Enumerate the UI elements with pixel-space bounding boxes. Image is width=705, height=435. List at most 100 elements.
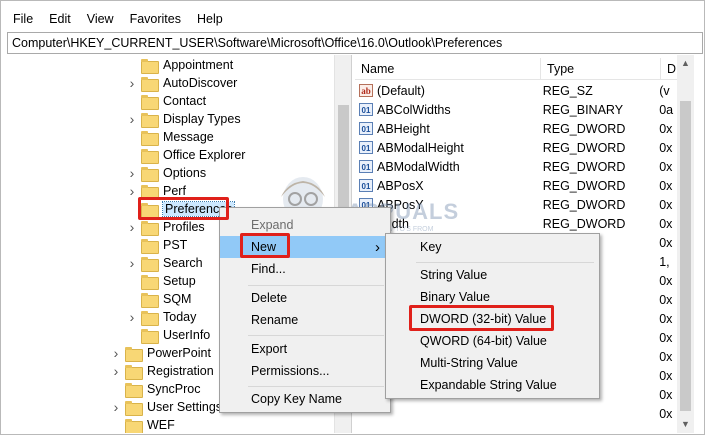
tree-item[interactable]: Message <box>127 128 214 146</box>
table-row[interactable]: 01 ABModalWidth REG_DWORD 0x <box>355 157 677 176</box>
tree-item[interactable]: Contact <box>127 92 206 110</box>
tree-item[interactable]: Appointment <box>127 56 233 74</box>
chevron-right-icon[interactable]: › <box>127 255 137 271</box>
tree-item[interactable]: › PowerPoint <box>111 344 211 362</box>
tree-item[interactable]: › Search <box>127 254 203 272</box>
address-bar[interactable]: Computer\HKEY_CURRENT_USER\Software\Micr… <box>7 32 703 54</box>
folder-icon <box>141 329 159 344</box>
scroll-up-icon[interactable]: ▲ <box>677 55 694 72</box>
column-header-data[interactable]: D <box>661 58 677 79</box>
menu-item-new-label: New <box>251 240 277 254</box>
value-data: 0x <box>659 387 673 402</box>
menu-item-copy-key-name[interactable]: Copy Key Name <box>220 388 390 410</box>
chevron-right-icon[interactable]: › <box>127 219 137 235</box>
value-name-cell: ab (Default) <box>355 84 539 98</box>
tree-item[interactable]: SyncProc <box>111 380 201 398</box>
tree-item-label: AutoDiscover <box>163 76 238 90</box>
value-data: 0x <box>659 273 673 288</box>
menu-bar: File Edit View Favorites Help <box>1 9 705 29</box>
chevron-right-icon[interactable]: › <box>127 165 137 181</box>
list-header: Name Type D <box>355 58 677 80</box>
menu-item-delete[interactable]: Delete <box>220 287 390 309</box>
binary-value-icon: 01 <box>359 160 373 173</box>
chevron-right-icon[interactable]: › <box>111 399 121 415</box>
table-row[interactable]: ab (Default) REG_SZ (v <box>355 81 677 100</box>
menu-item-permissions[interactable]: Permissions... <box>220 360 390 382</box>
table-row[interactable]: 01 ABPosY REG_DWORD 0x <box>355 195 677 214</box>
tree-item[interactable]: SQM <box>127 290 191 308</box>
table-row[interactable]: 01 ABModalHeight REG_DWORD 0x <box>355 138 677 157</box>
menu-item-export[interactable]: Export <box>220 338 390 360</box>
tree-item[interactable]: › Profiles <box>127 218 205 236</box>
chevron-right-icon[interactable]: › <box>127 75 137 91</box>
tree-item[interactable]: › Registration <box>111 362 214 380</box>
menu-item-rename[interactable]: Rename <box>220 309 390 331</box>
binary-value-icon: 01 <box>359 103 373 116</box>
tree-item[interactable]: PST <box>127 236 187 254</box>
tree-item-label: Message <box>163 130 214 144</box>
value-name: ABHeight <box>377 121 430 136</box>
tree-item[interactable]: › AutoDiscover <box>127 74 237 92</box>
table-row[interactable]: 01 ABColWidths REG_BINARY 0a <box>355 100 677 119</box>
new-submenu: Key String Value Binary Value DWORD (32-… <box>385 233 600 399</box>
value-type: REG_DWORD <box>542 216 626 231</box>
folder-icon <box>125 383 143 398</box>
submenu-item-binary-value[interactable]: Binary Value <box>386 286 599 308</box>
folder-icon <box>141 95 159 110</box>
tree-item[interactable]: › User Settings <box>111 398 222 416</box>
folder-icon <box>125 419 143 433</box>
chevron-right-icon[interactable]: › <box>127 309 137 325</box>
scroll-down-icon[interactable]: ▼ <box>677 416 694 433</box>
submenu-item-key[interactable]: Key <box>386 236 599 258</box>
list-scrollbar[interactable]: ▲ ▼ <box>677 55 694 433</box>
menu-edit[interactable]: Edit <box>41 12 79 26</box>
table-row[interactable]: 0x <box>355 404 677 423</box>
tree-item[interactable]: › Options <box>127 164 206 182</box>
chevron-right-icon[interactable]: › <box>127 111 137 127</box>
chevron-right-icon[interactable]: › <box>111 345 121 361</box>
tree-item[interactable]: › Display Types <box>127 110 241 128</box>
table-row[interactable]: 01WidthREG_DWORD0x <box>355 214 677 233</box>
value-data: 0x <box>659 349 673 364</box>
tree-item-label: Appointment <box>163 58 234 72</box>
folder-icon <box>141 113 159 128</box>
menu-item-find[interactable]: Find... <box>220 258 390 280</box>
tree-item[interactable]: › Today <box>127 308 196 326</box>
tree-item[interactable]: Setup <box>127 272 196 290</box>
chevron-right-icon[interactable]: › <box>111 363 121 379</box>
submenu-item-multi-string-value[interactable]: Multi-String Value <box>386 352 599 374</box>
folder-icon <box>141 311 159 326</box>
value-type: REG_DWORD <box>542 178 626 193</box>
tree-item[interactable]: › Perf <box>127 182 186 200</box>
folder-icon <box>141 275 159 290</box>
submenu-item-expandable-string-value[interactable]: Expandable String Value <box>386 374 599 396</box>
submenu-item-dword-value[interactable]: DWORD (32-bit) Value <box>386 308 599 330</box>
menu-help[interactable]: Help <box>189 12 231 26</box>
table-row[interactable]: 01 ABPosX REG_DWORD 0x <box>355 176 677 195</box>
binary-value-icon: 01 <box>359 179 373 192</box>
submenu-item-string-value[interactable]: String Value <box>386 264 599 286</box>
menu-favorites[interactable]: Favorites <box>122 12 189 26</box>
list-scroll-thumb[interactable] <box>680 101 691 411</box>
submenu-arrow-icon: › <box>375 238 380 256</box>
menu-item-expand[interactable]: Expand <box>220 214 390 236</box>
menu-item-new[interactable]: New › <box>220 236 390 258</box>
value-name-cell: 01 ABColWidths <box>355 103 539 117</box>
menu-view[interactable]: View <box>79 12 122 26</box>
tree-item[interactable]: Office Explorer <box>127 146 245 164</box>
folder-icon <box>141 293 159 308</box>
tree-item[interactable]: UserInfo <box>127 326 210 344</box>
menu-separator <box>416 262 594 263</box>
tree-item-label: SQM <box>163 292 192 306</box>
value-data: 0x <box>659 235 673 250</box>
menu-file[interactable]: File <box>1 12 41 26</box>
tree-item-label: User Settings <box>147 400 223 414</box>
value-type: REG_BINARY <box>542 102 624 117</box>
column-header-name[interactable]: Name <box>355 58 541 79</box>
submenu-item-qword-value[interactable]: QWORD (64-bit) Value <box>386 330 599 352</box>
table-row[interactable]: 01 ABHeight REG_DWORD 0x <box>355 119 677 138</box>
column-header-type[interactable]: Type <box>541 58 661 79</box>
tree-item[interactable]: WEF <box>111 416 175 433</box>
chevron-right-icon[interactable]: › <box>127 183 137 199</box>
value-name: (Default) <box>377 83 425 98</box>
